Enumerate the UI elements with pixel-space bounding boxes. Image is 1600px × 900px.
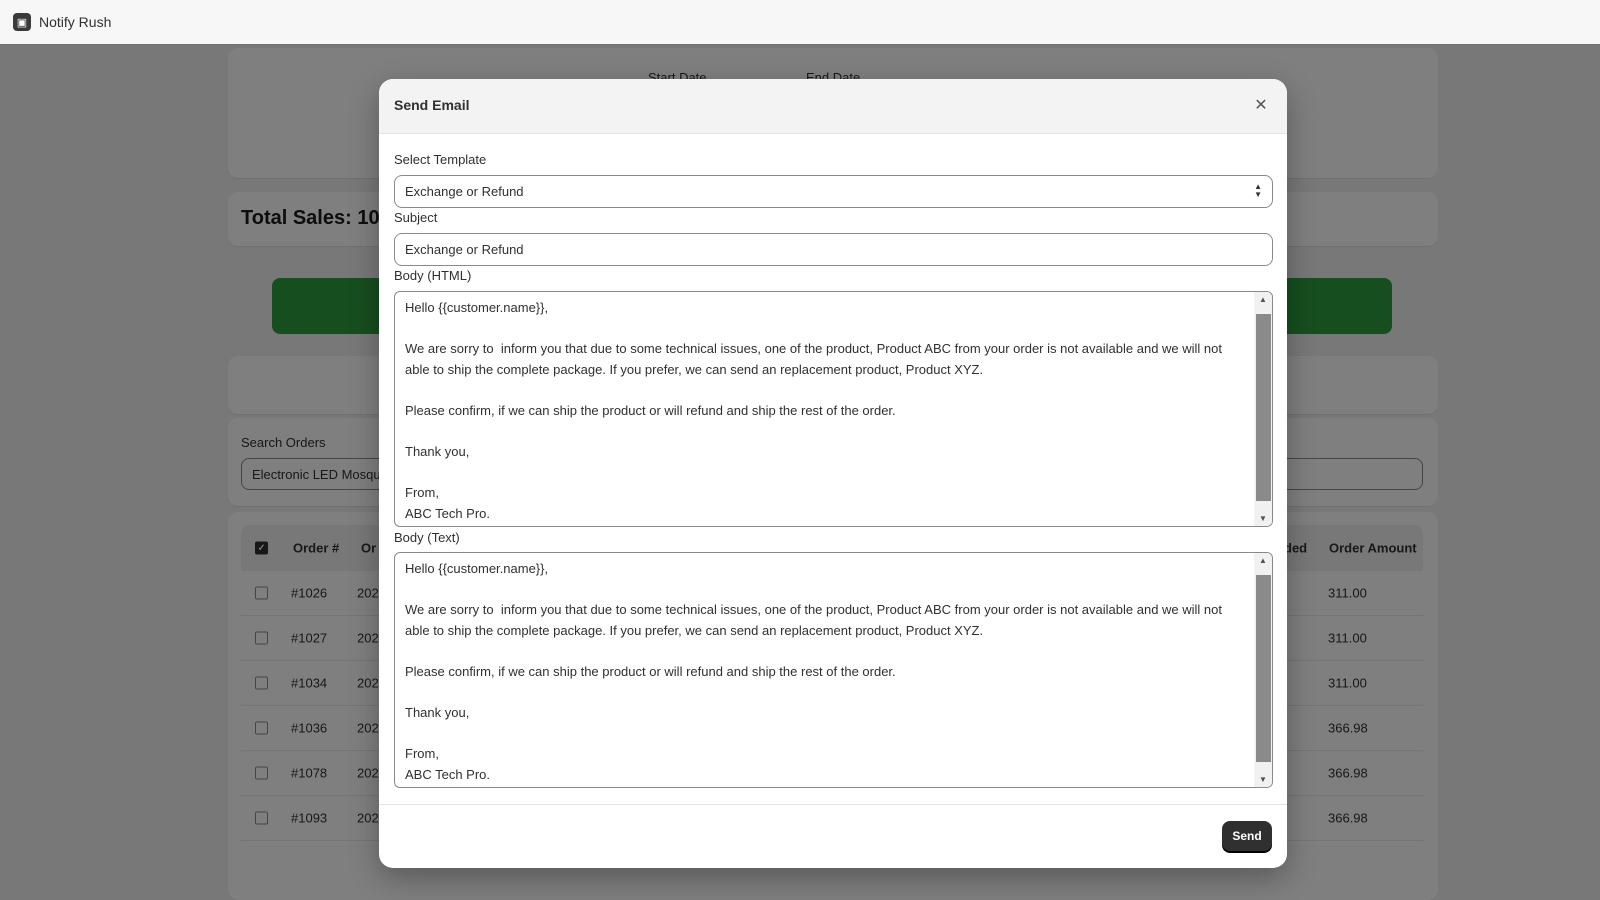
select-arrows-icon: ▲ ▼ (1254, 182, 1262, 199)
body-text-scrollbar[interactable]: ▲ ▼ (1254, 553, 1272, 787)
scroll-down-icon[interactable]: ▼ (1254, 775, 1272, 784)
scrollbar-thumb[interactable] (1256, 575, 1271, 762)
body-text-textarea[interactable]: Hello {{customer.name}}, We are sorry to… (394, 552, 1273, 788)
subject-input[interactable]: Exchange or Refund (394, 233, 1273, 266)
body-html-scrollbar[interactable]: ▲ ▼ (1254, 292, 1272, 526)
body-html-label: Body (HTML) (394, 268, 472, 283)
close-icon[interactable]: ✕ (1250, 94, 1272, 116)
body-text-content: Hello {{customer.name}}, We are sorry to… (405, 561, 1223, 782)
scroll-up-icon[interactable]: ▲ (1254, 556, 1272, 565)
scroll-up-icon[interactable]: ▲ (1254, 295, 1272, 304)
scroll-down-icon[interactable]: ▼ (1254, 514, 1272, 523)
scrollbar-thumb[interactable] (1256, 314, 1271, 501)
body-text-label: Body (Text) (394, 530, 460, 545)
modal-header: Send Email ✕ (379, 79, 1287, 134)
template-label: Select Template (394, 152, 487, 167)
body-html-textarea[interactable]: Hello {{customer.name}}, We are sorry to… (394, 291, 1273, 527)
top-bar: ▣ Notify Rush (0, 0, 1600, 45)
modal-title: Send Email (394, 97, 470, 113)
body-html-content: Hello {{customer.name}}, We are sorry to… (405, 300, 1223, 521)
send-button[interactable]: Send (1222, 821, 1272, 851)
app-logo-icon: ▣ (13, 13, 31, 31)
subject-label: Subject (394, 210, 438, 225)
send-email-modal: Send Email ✕ Select Template Exchange or… (379, 79, 1287, 868)
template-select-value: Exchange or Refund (405, 184, 524, 199)
modal-footer: Send (379, 804, 1287, 868)
app-title: Notify Rush (39, 14, 112, 30)
template-select[interactable]: Exchange or Refund ▲ ▼ (394, 175, 1273, 208)
